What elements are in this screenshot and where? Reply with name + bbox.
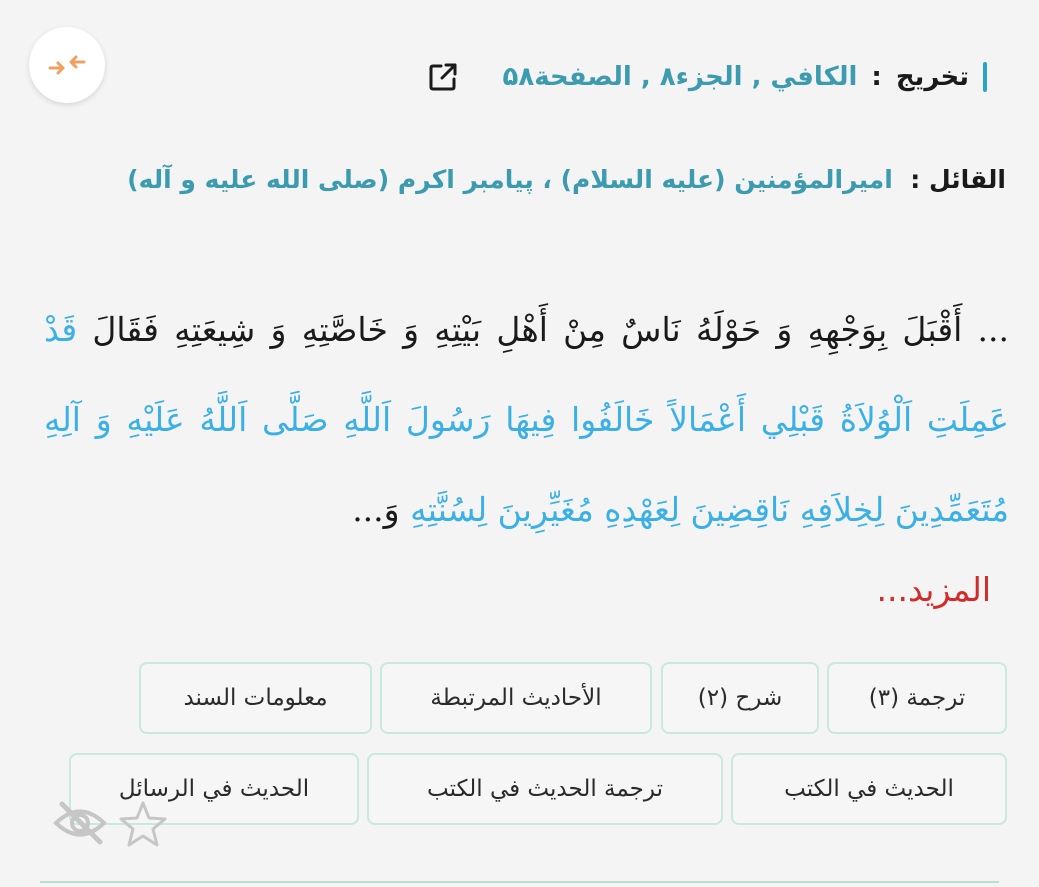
hadith-in-letters-button[interactable]: الحديث في الرسائل bbox=[69, 753, 359, 825]
takhrij-sep: , bbox=[742, 62, 771, 92]
collapse-button[interactable] bbox=[29, 27, 105, 103]
divider bbox=[40, 881, 999, 883]
takhrij-sep: , bbox=[631, 62, 660, 92]
speaker-line: القائل : اميرالمؤمنين (علیه السلام) ، پی… bbox=[46, 148, 1006, 212]
hadith-text: ... أَقْبَلَ بِوَجْهِهِ وَ حَوْلَهُ نَاس… bbox=[44, 285, 1009, 555]
external-link-button[interactable] bbox=[425, 59, 461, 95]
hadith-intro: ... أَقْبَلَ بِوَجْهِهِ وَ حَوْلَهُ نَاس… bbox=[92, 310, 1009, 349]
takhrij-colon: : bbox=[871, 62, 882, 92]
takhrij-page: الصفحة۵۸ bbox=[502, 62, 632, 92]
takhrij-label: تخريج bbox=[895, 62, 969, 92]
hadith-in-books-button[interactable]: الحديث في الكتب bbox=[731, 753, 1007, 825]
eye-off-icon[interactable] bbox=[52, 800, 108, 850]
translation-button[interactable]: ترجمة (۳) bbox=[827, 662, 1007, 734]
external-link-icon bbox=[429, 63, 457, 91]
speaker-value[interactable]: اميرالمؤمنين (علیه السلام) ، پیامبر اکرم… bbox=[127, 165, 893, 194]
speaker-colon: : bbox=[901, 165, 929, 194]
related-hadiths-button[interactable]: الأحاديث المرتبطة bbox=[380, 662, 652, 734]
collapse-arrows-icon bbox=[48, 55, 86, 75]
hadith-card: تخريج : الكافي , الجزء۸ , الصفحة۵۸ القائ… bbox=[0, 0, 1039, 887]
more-link[interactable]: المزيد... bbox=[877, 570, 992, 609]
sharh-button[interactable]: شرح (۲) bbox=[661, 662, 819, 734]
speaker-label: القائل bbox=[928, 165, 1006, 194]
translation-in-books-button[interactable]: ترجمة الحديث في الكتب bbox=[367, 753, 723, 825]
star-outline-icon[interactable] bbox=[118, 800, 168, 852]
hadith-tail: وَ... bbox=[352, 490, 411, 529]
sanad-info-button[interactable]: معلومات السند bbox=[139, 662, 372, 734]
takhrij-source[interactable]: الكافي , الجزء۸ , الصفحة۵۸ bbox=[503, 62, 858, 92]
takhrij-row: تخريج : الكافي , الجزء۸ , الصفحة۵۸ bbox=[425, 50, 987, 104]
takhrij-book: الكافي bbox=[770, 62, 858, 92]
accent-bar bbox=[983, 62, 987, 92]
takhrij-volume: الجزء۸ bbox=[659, 62, 743, 92]
